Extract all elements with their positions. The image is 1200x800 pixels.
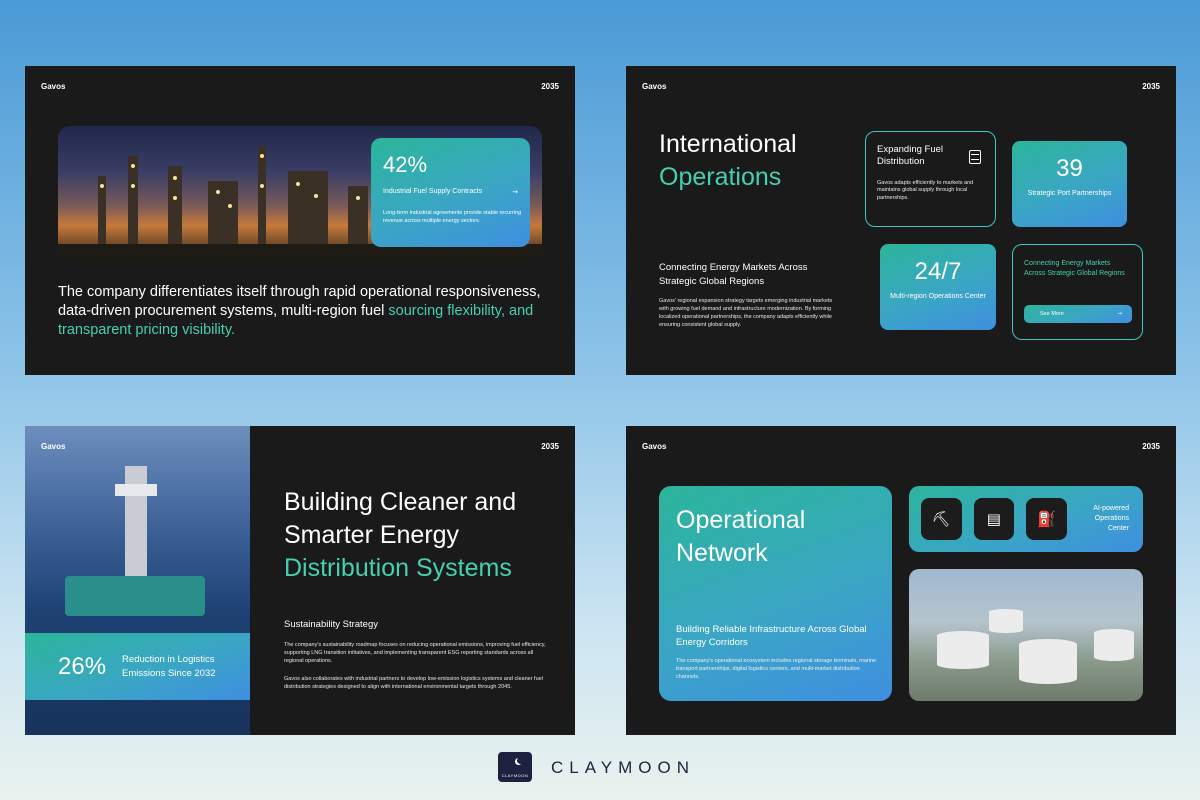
oil-pump-icon[interactable]: ⛏ — [921, 498, 962, 540]
title-line-1: Building Cleaner and — [284, 488, 517, 516]
stat-description: Long-term industrial agreements provide … — [383, 210, 522, 224]
claymoon-logo: CLAYMOON — [498, 752, 532, 782]
operational-network-card: Operational Network Building Reliable In… — [659, 486, 892, 701]
section-subtitle: Sustainability Strategy — [284, 619, 378, 630]
expanding-fuel-card[interactable]: Expanding Fuel Distribution Gavos adapts… — [865, 131, 996, 227]
storage-tank — [1019, 639, 1077, 684]
title-line-2: Smarter Energy — [284, 521, 460, 549]
rig-top — [115, 484, 157, 496]
section-description: Gavos' regional expansion strategy targe… — [659, 298, 833, 328]
title-line-1: International — [659, 130, 797, 158]
operations-center-card[interactable]: 24/7 Multi-region Operations Center — [880, 244, 996, 330]
year-label: 2035 — [1142, 442, 1160, 451]
claymoon-wordmark: CLAYMOON — [551, 758, 696, 777]
port-partnerships-card[interactable]: 39 Strategic Port Partnerships — [1012, 141, 1127, 227]
card-title: Expanding Fuel Distribution — [877, 144, 944, 167]
section-description: The company's operational ecosystem incl… — [676, 658, 877, 680]
stat-value: 42% — [383, 152, 428, 177]
section-subtitle: Building Reliable Infrastructure Across … — [676, 624, 867, 649]
year-label: 2035 — [541, 442, 559, 451]
stat-label: Industrial Fuel Supply Contracts — [383, 188, 483, 195]
brand-name: Gavos — [642, 442, 667, 451]
logo-text: CLAYMOON — [501, 773, 529, 778]
see-more-label: See More — [1040, 311, 1064, 317]
card-label: Multi-region Operations Center — [890, 293, 986, 300]
card-title: Connecting Energy Markets Across Strateg… — [1024, 260, 1125, 277]
section-description-1: The company's sustainability roadmap foc… — [284, 642, 546, 664]
arrow-right-icon[interactable]: → — [512, 188, 518, 196]
card-label: Strategic Port Partnerships — [1027, 190, 1112, 197]
slide-operational-network: Gavos 2035 Operational Network Building … — [626, 426, 1176, 735]
section-description-2: Gavos also collaborates with industrial … — [284, 676, 543, 690]
title-line-2: Operations — [659, 162, 782, 191]
fuel-barrel-icon[interactable]: ▤ — [973, 498, 1015, 540]
brand-name: Gavos — [642, 82, 667, 91]
card-description: Gavos adapts efficiently to markets and … — [877, 179, 974, 202]
brand-name: Gavos — [41, 442, 66, 451]
storage-tank — [1094, 629, 1134, 661]
slide-international-operations: Gavos 2035 International Operations Conn… — [626, 66, 1176, 375]
moon-icon — [517, 757, 524, 764]
fuel-contracts-stat-card[interactable]: 42% Industrial Fuel Supply Contracts → L… — [371, 138, 530, 247]
storage-terminal-photo — [909, 569, 1143, 701]
year-label: 2035 — [541, 82, 559, 91]
fuel-pump-icon[interactable]: ⛽ — [1026, 498, 1067, 540]
title-line-1: Operational — [676, 506, 806, 534]
slide-title: Operational Network — [676, 504, 875, 569]
storage-tank — [937, 631, 989, 669]
see-more-button[interactable]: See More → — [1024, 305, 1132, 323]
arrow-right-icon: → — [1117, 311, 1122, 317]
slide-title: International Operations — [659, 128, 797, 193]
slide-industrial-fuel: Gavos 2035 42% Industrial Fuel Supply Co… — [25, 66, 575, 375]
storage-tank — [989, 609, 1023, 633]
differentiation-paragraph: The company differentiates itself throug… — [58, 283, 558, 340]
icon-row-label: AI-powered Operations Center — [1093, 505, 1129, 532]
section-subtitle: Connecting Energy Markets Across Strateg… — [659, 262, 808, 287]
rig-deck — [65, 576, 205, 616]
year-label: 2035 — [1142, 82, 1160, 91]
card-value: 39 — [1056, 155, 1083, 182]
title-line-3: Distribution Systems — [284, 554, 512, 582]
icon-row-card: ⛏ ▤ ⛽ AI-powered Operations Center — [909, 486, 1143, 552]
stat-label: Reduction in Logistics Emissions Since 2… — [122, 653, 216, 679]
slide-title: Building Cleaner and Smarter Energy Dist… — [284, 486, 516, 585]
brand-name: Gavos — [41, 82, 66, 91]
stat-value: 26% — [58, 652, 107, 680]
fuel-barrel-icon — [969, 150, 981, 164]
slide-sustainability: Gavos 2035 26% Reduction in Logistics Em… — [25, 426, 575, 735]
card-value: 24/7 — [914, 258, 962, 285]
title-line-2: Network — [676, 538, 768, 567]
connecting-markets-card: Connecting Energy Markets Across Strateg… — [1012, 244, 1143, 340]
emissions-stat-card: 26% Reduction in Logistics Emissions Sin… — [25, 633, 250, 700]
